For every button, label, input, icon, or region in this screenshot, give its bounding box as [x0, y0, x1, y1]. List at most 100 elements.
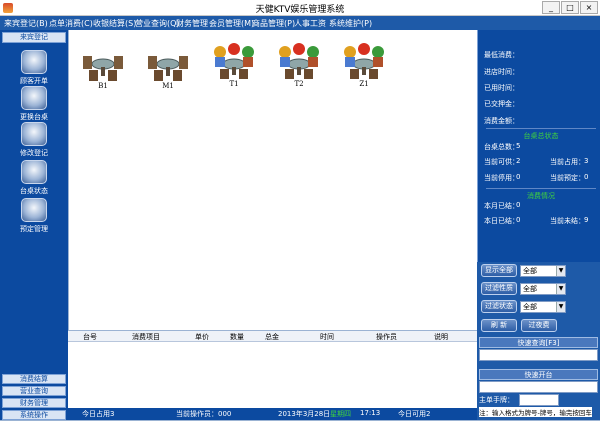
- menu-goods[interactable]: 商品管理(P): [252, 18, 295, 29]
- edit-record-icon: [21, 122, 47, 146]
- table-label: T1: [229, 80, 239, 88]
- minimize-button[interactable]: _: [542, 1, 560, 14]
- menu-finance[interactable]: 财务管理: [176, 18, 208, 29]
- col-item[interactable]: 消费项目: [132, 332, 160, 342]
- close-button[interactable]: ×: [580, 1, 598, 14]
- menu-system[interactable]: 系统维护(P): [329, 18, 372, 29]
- day-settled-label: 本日已结：: [484, 217, 519, 225]
- maximize-button[interactable]: □: [561, 1, 579, 14]
- sidebar-item-reservation[interactable]: 预定管理: [4, 198, 64, 234]
- consume-amount-label: 消费金额：: [484, 117, 519, 125]
- col-operator[interactable]: 操作员: [376, 332, 397, 342]
- col-table-no[interactable]: 台号: [83, 332, 97, 342]
- month-settled-label: 本月已结：: [484, 202, 519, 210]
- table-m1[interactable]: M1: [146, 44, 190, 92]
- col-quantity[interactable]: 数量: [230, 332, 244, 342]
- reserved-label: 当前预定：: [550, 174, 585, 182]
- filter-type-button[interactable]: 过滤性质: [481, 282, 517, 295]
- sidebar-header[interactable]: 来宾登记: [2, 32, 66, 43]
- status-bar: 今日占用3 当前操作员：000 2013年3月28日 星期四 17:13 今日可…: [68, 408, 477, 420]
- cashier-icon: [21, 50, 47, 74]
- sidebar-item-label: 顾客开单: [20, 77, 48, 85]
- window-title: 天健KTV娱乐管理系统: [255, 5, 345, 15]
- filter-status-button[interactable]: 过滤状态: [481, 300, 517, 313]
- unsettled-value: 9: [584, 216, 589, 224]
- chevron-down-icon: ▼: [556, 302, 565, 312]
- sidebar-item-swap-table[interactable]: 更换台桌: [4, 86, 64, 122]
- filter-type-select[interactable]: 全部 ▼: [520, 283, 566, 295]
- show-all-select[interactable]: 全部 ▼: [520, 265, 566, 277]
- reserved-value: 0: [584, 173, 589, 181]
- deposit-label: 已交押金：: [484, 100, 519, 108]
- swap-table-icon: [21, 86, 47, 110]
- menu-business-query[interactable]: 营业查询(Q): [135, 18, 180, 29]
- table-summary-title: 台桌总状态: [486, 128, 596, 141]
- weekday-status: 星期四: [330, 410, 351, 418]
- unsettled-label: 当前未结：: [550, 217, 585, 225]
- sidebar-section-finance[interactable]: 财务管理: [2, 398, 66, 408]
- table-label: T2: [294, 80, 304, 88]
- sidebar-item-table-status[interactable]: 台桌状态: [4, 160, 64, 196]
- show-all-button[interactable]: 显示全部: [481, 264, 517, 277]
- menu-order[interactable]: 点单消费(C): [49, 18, 93, 29]
- select-value: 全部: [523, 303, 537, 311]
- quick-query-input[interactable]: [479, 349, 598, 361]
- col-notes[interactable]: 说明: [434, 332, 448, 342]
- occupied-table-icon: [279, 43, 319, 79]
- time-status: 17:13: [360, 409, 381, 417]
- table-label: M1: [162, 82, 174, 90]
- sidebar-section-checkout[interactable]: 消费结算: [2, 374, 66, 384]
- occupied-value: 3: [584, 157, 589, 165]
- quick-open-bar[interactable]: 快速开台: [479, 369, 598, 380]
- sidebar-item-label: 修改登记: [20, 149, 48, 157]
- sidebar-section-system[interactable]: 系统操作: [2, 410, 66, 420]
- quick-open-input[interactable]: [479, 381, 598, 393]
- menu-checkout[interactable]: 收银结算(S): [93, 18, 136, 29]
- table-status-icon: [21, 160, 47, 184]
- col-time[interactable]: 时间: [320, 332, 334, 342]
- chevron-down-icon: ▼: [556, 266, 565, 276]
- bottom-strip: [0, 420, 600, 432]
- menu-member[interactable]: 会员管理(M): [209, 18, 254, 29]
- menu-hr-salary[interactable]: 人事工资: [294, 18, 326, 29]
- sidebar-section-query[interactable]: 营业查询: [2, 386, 66, 396]
- free-value: 2: [516, 157, 521, 165]
- consumption-grid[interactable]: 台号 消费项目 单价 数量 总金 时间 操作员 说明: [68, 330, 477, 408]
- hand-tag-input[interactable]: [519, 394, 559, 406]
- hand-tag-label: 主单手牌：: [479, 396, 514, 404]
- date-status: 2013年3月28日: [278, 410, 331, 418]
- select-value: 全部: [523, 285, 537, 293]
- table-t1[interactable]: T1: [212, 42, 256, 90]
- occupied-label: 当前占用：: [550, 158, 585, 166]
- stopped-label: 当前停用：: [484, 174, 519, 182]
- sidebar-item-edit-record[interactable]: 修改登记: [4, 122, 64, 158]
- day-settled-value: 0: [516, 216, 521, 224]
- today-used-status: 今日占用3: [82, 410, 115, 418]
- table-icon: [148, 56, 188, 81]
- min-consume-label: 最低消费：: [484, 51, 519, 59]
- operator-status: 当前操作员：000: [176, 410, 232, 418]
- used-time-label: 已用时间：: [484, 84, 519, 92]
- sidebar: 来宾登记 顾客开单 更换台桌 修改登记 台桌状态 预定管理 消费结算 营业查询 …: [0, 30, 68, 432]
- table-map: B1 M1 T1 T2 Z1: [68, 30, 477, 330]
- table-t2[interactable]: T2: [277, 42, 321, 90]
- quick-query-bar[interactable]: 快速查询[F3]: [479, 337, 598, 348]
- table-z1[interactable]: Z1: [342, 42, 386, 90]
- overnight-fee-button[interactable]: 过夜费: [521, 319, 557, 332]
- menu-guest-register[interactable]: 来宾登记(B): [4, 18, 48, 29]
- table-icon: [83, 56, 123, 81]
- today-free-status: 今日可用2: [398, 410, 431, 418]
- sidebar-item-open-order[interactable]: 顾客开单: [4, 50, 64, 86]
- sidebar-item-label: 台桌状态: [20, 187, 48, 195]
- grid-header: 台号 消费项目 单价 数量 总金 时间 操作员 说明: [68, 331, 477, 342]
- occupied-table-icon: [214, 43, 254, 79]
- stopped-value: 0: [516, 173, 521, 181]
- table-label: B1: [98, 82, 108, 90]
- refresh-button[interactable]: 刷 新: [481, 319, 517, 332]
- select-value: 全部: [523, 267, 537, 275]
- table-label: Z1: [359, 80, 369, 88]
- col-total[interactable]: 总金: [265, 332, 279, 342]
- filter-status-select[interactable]: 全部 ▼: [520, 301, 566, 313]
- col-price[interactable]: 单价: [195, 332, 209, 342]
- table-b1[interactable]: B1: [81, 44, 125, 92]
